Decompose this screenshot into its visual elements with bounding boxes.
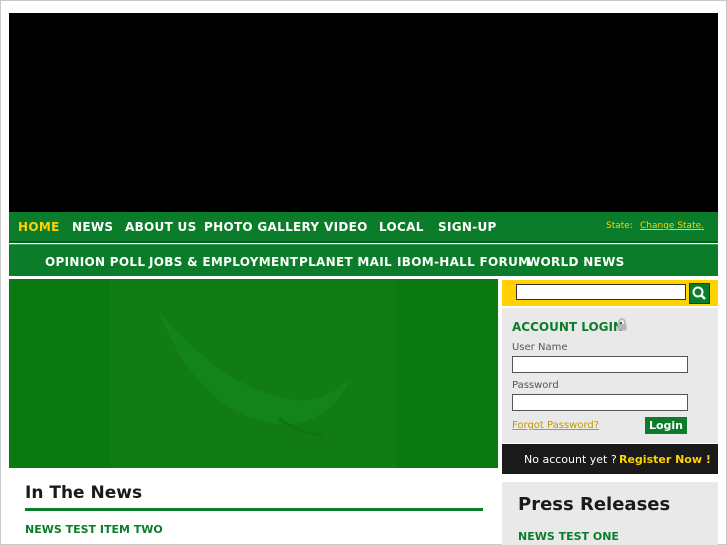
nav-item-video[interactable]: VIDEO	[324, 220, 368, 234]
nav-item-home[interactable]: HOME	[18, 220, 60, 234]
in-the-news-section: In The News NEWS TEST ITEM TWO	[9, 480, 489, 545]
register-bar: No account yet ? Register Now !	[502, 444, 718, 474]
password-field[interactable]	[512, 394, 688, 411]
search-input[interactable]	[516, 284, 686, 300]
nav-item-photo-gallery[interactable]: PHOTO GALLERY	[204, 220, 319, 234]
press-releases-section: Press Releases NEWS TEST ONE	[502, 482, 718, 545]
account-login-box: ACCOUNT LOGIN User Name Password Forgot …	[502, 308, 718, 443]
username-label: User Name	[512, 342, 568, 353]
search-bar	[502, 280, 718, 306]
register-now-link[interactable]: Register Now !	[619, 453, 711, 466]
password-label: Password	[512, 380, 559, 391]
nav-item-jobs-employment[interactable]: JOBS & EMPLOYMENT	[149, 255, 298, 269]
nav-item-sign-up[interactable]: SIGN-UP	[438, 220, 497, 234]
news-heading: In The News	[25, 483, 143, 503]
nav-item-opinion-poll[interactable]: OPINION POLL	[45, 255, 145, 269]
hero-image	[9, 279, 498, 468]
search-button[interactable]	[689, 283, 710, 304]
change-state-link[interactable]: Change State.	[640, 221, 704, 231]
nav-item-about-us[interactable]: ABOUT US	[125, 220, 197, 234]
press-item-link[interactable]: NEWS TEST ONE	[518, 530, 619, 543]
hero-bird-graphic	[159, 311, 349, 437]
press-heading: Press Releases	[518, 494, 671, 515]
nav-item-local[interactable]: LOCAL	[379, 220, 424, 234]
news-item-link[interactable]: NEWS TEST ITEM TWO	[25, 523, 163, 536]
state-label: State:	[606, 221, 633, 231]
username-field[interactable]	[512, 356, 688, 373]
login-button[interactable]: Login	[645, 417, 687, 434]
primary-nav: HOME NEWS ABOUT US PHOTO GALLERY VIDEO L…	[9, 212, 718, 243]
secondary-nav: OPINION POLL JOBS & EMPLOYMENT PLANET MA…	[9, 244, 718, 276]
login-title: ACCOUNT LOGIN	[512, 320, 624, 334]
forgot-password-link[interactable]: Forgot Password?	[512, 420, 599, 431]
nav-item-news[interactable]: NEWS	[72, 220, 113, 234]
nav-item-ibom-hall-forum[interactable]: IBOM-HALL FORUM	[397, 255, 530, 269]
lock-icon	[617, 318, 627, 331]
nav-item-world-news[interactable]: WORLD NEWS	[527, 255, 625, 269]
no-account-text: No account yet ?	[524, 453, 617, 466]
search-icon	[692, 286, 706, 300]
header-banner	[9, 13, 718, 212]
nav-item-planet-mail[interactable]: PLANET MAIL	[299, 255, 392, 269]
news-divider	[25, 508, 483, 511]
